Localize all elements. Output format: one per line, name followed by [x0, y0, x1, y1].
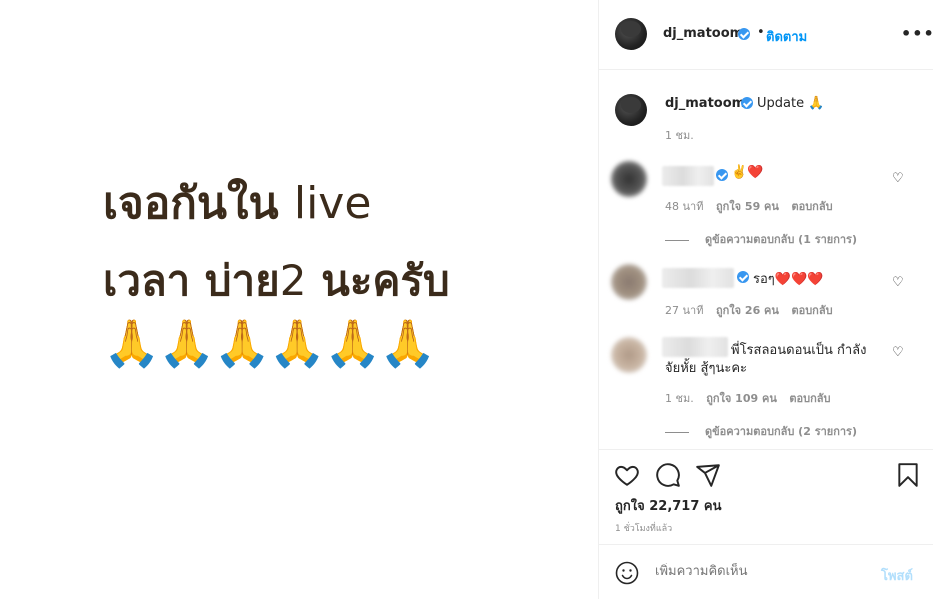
small-heart-icon[interactable]: ♡ — [892, 172, 906, 186]
post-text-latin-2: 2 — [279, 256, 307, 305]
header-username[interactable]: dj_matoom — [663, 26, 743, 41]
post-text-line-2: เวลา บ่าย2 นะครับ — [103, 248, 450, 314]
action-bar: ถูกใจ 22,717 คน 1 ชั่วโมงที่แล้ว — [599, 449, 933, 544]
reply-button[interactable]: ตอบกลับ — [791, 304, 832, 317]
comment-username-blurred[interactable] — [662, 337, 728, 357]
comment-likes[interactable]: ถูกใจ 109 คน — [706, 392, 777, 405]
heart-icon[interactable] — [614, 462, 640, 488]
reply-button[interactable]: ตอบกลับ — [789, 392, 830, 405]
comment-avatar[interactable] — [611, 264, 647, 300]
bookmark-icon[interactable] — [895, 462, 921, 488]
comment-time[interactable]: 1 ชม. — [665, 392, 694, 405]
post-text-latin-1: live — [293, 178, 372, 229]
comment-text: รอๆ❤️❤️❤️ — [753, 272, 824, 287]
small-heart-icon[interactable]: ♡ — [892, 276, 906, 290]
avatar[interactable] — [615, 18, 647, 50]
post-header: dj_matoom • ติดตาม ••• — [599, 0, 933, 70]
post-comment-button[interactable]: โพสต์ — [881, 565, 913, 586]
post-image[interactable]: เจอกันใน live เวลา บ่าย2 นะครับ 🙏🙏🙏🙏🙏🙏 — [0, 0, 598, 599]
post-text-line-1: เจอกันใน live — [103, 168, 371, 238]
comment-meta: 48 นาที ถูกใจ 59 คน ตอบกลับ — [665, 197, 842, 215]
comment-text: ✌️❤️ — [731, 165, 764, 180]
comment-meta: 1 ชม. ถูกใจ 109 คน ตอบกลับ — [665, 389, 839, 407]
praying-hands-emoji: 🙏🙏🙏🙏🙏🙏 — [103, 316, 437, 370]
comment-likes[interactable]: ถูกใจ 59 คน — [716, 200, 779, 213]
post-side-panel: dj_matoom • ติดตาม ••• dj_matoom Update … — [598, 0, 933, 599]
view-replies-button[interactable]: ดูข้อความตอบกลับ (2 รายการ) — [665, 422, 857, 440]
caption-text: Update 🙏 — [757, 96, 825, 111]
verified-icon — [737, 271, 749, 283]
share-icon[interactable] — [695, 462, 721, 488]
more-icon[interactable]: ••• — [901, 24, 933, 43]
verified-icon — [741, 97, 753, 109]
post-text-thai-1: เจอกันใน — [103, 178, 279, 229]
comment-text-line-2: จัยหั้ย สู้ๆนะคะ — [665, 361, 748, 376]
comment-username-blurred[interactable] — [662, 166, 714, 186]
caption-username[interactable]: dj_matoom — [665, 96, 745, 111]
separator-dot: • — [757, 25, 765, 40]
follow-button[interactable]: ติดตาม — [766, 26, 807, 47]
comment-avatar[interactable] — [611, 337, 647, 373]
verified-icon — [738, 28, 750, 40]
comment-avatar[interactable] — [611, 161, 647, 197]
view-replies-button[interactable]: ดูข้อความตอบกลับ (1 รายการ) — [665, 230, 857, 248]
comment-icon[interactable] — [655, 462, 681, 488]
likes-count[interactable]: ถูกใจ 22,717 คน — [615, 495, 722, 516]
comment-input[interactable] — [655, 563, 855, 578]
comment-time[interactable]: 27 นาที — [665, 304, 703, 317]
comment-username-blurred[interactable] — [662, 268, 734, 288]
add-comment-bar: โพสต์ — [599, 544, 933, 599]
reply-button[interactable]: ตอบกลับ — [791, 200, 832, 213]
post-text-thai-2-end: นะครับ — [321, 256, 450, 305]
comment-meta: 27 นาที ถูกใจ 26 คน ตอบกลับ — [665, 301, 842, 319]
comment-likes[interactable]: ถูกใจ 26 คน — [716, 304, 779, 317]
small-heart-icon[interactable]: ♡ — [892, 346, 906, 360]
comment-time[interactable]: 48 นาที — [665, 200, 703, 213]
post-text-thai-2: เวลา บ่าย — [103, 256, 280, 305]
comment-text-line-1: พี่โรสลอนดอนเป็น กำลัง — [731, 343, 867, 358]
post-timestamp[interactable]: 1 ชั่วโมงที่แล้ว — [615, 521, 672, 535]
caption-time[interactable]: 1 ชม. — [665, 126, 694, 144]
verified-icon — [716, 169, 728, 181]
caption-avatar[interactable] — [615, 94, 647, 126]
emoji-icon[interactable] — [615, 561, 639, 585]
